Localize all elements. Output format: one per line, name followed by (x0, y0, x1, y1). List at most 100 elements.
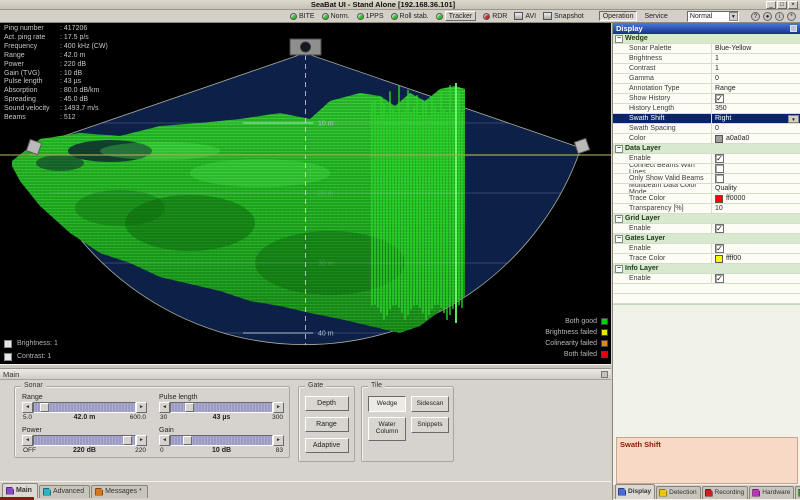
gate-button-range[interactable]: Range (305, 417, 349, 432)
property-group-row[interactable]: −Data Layer (613, 144, 800, 154)
property-row[interactable]: Enable✓ (613, 154, 800, 164)
pin-icon[interactable] (601, 371, 608, 378)
slider-left-arrow-icon[interactable]: ◄ (22, 435, 33, 446)
slider-thumb[interactable] (185, 403, 194, 412)
slider-right-arrow-icon[interactable]: ► (136, 402, 147, 413)
settings-icon[interactable]: * (787, 12, 796, 21)
dropdown-button[interactable]: ▼ (788, 115, 799, 123)
checkbox-checked[interactable]: ✓ (715, 244, 724, 253)
tab-detection[interactable]: Detection (656, 486, 700, 499)
tracker-button[interactable]: Tracker (436, 11, 476, 21)
property-row[interactable]: Swath ShiftRight▼ (613, 114, 800, 124)
gate-groupbox: Gate DepthRangeAdaptive (298, 386, 355, 462)
property-group-row[interactable]: −Info Layer (613, 264, 800, 274)
collapse-icon[interactable]: − (615, 145, 623, 153)
property-group-label: Gates Layer (625, 235, 665, 242)
tab-main[interactable]: Main (2, 483, 38, 498)
property-row[interactable]: Sonar PaletteBlue-Yellow (613, 44, 800, 54)
info-icon[interactable]: i (775, 12, 784, 21)
tab-io[interactable]: IO (795, 486, 800, 499)
property-row[interactable]: Transparency [%]10 (613, 204, 800, 214)
property-group-row[interactable]: −Wedge (613, 34, 800, 44)
checkbox-unchecked[interactable] (715, 174, 724, 183)
property-row[interactable]: Only Show Valid Beams (613, 174, 800, 184)
checkbox-checked[interactable]: ✓ (715, 224, 724, 233)
property-row[interactable]: Contrast1 (613, 64, 800, 74)
checkbox-checked[interactable]: ✓ (715, 154, 724, 163)
slider-right-arrow-icon[interactable]: ► (273, 435, 284, 446)
slider-track[interactable] (170, 435, 273, 446)
slider-left-arrow-icon[interactable]: ◄ (159, 402, 170, 413)
checkbox-checked[interactable]: ✓ (715, 94, 724, 103)
profile-select[interactable]: Normal ▼ (687, 11, 739, 22)
property-row[interactable]: Multibeam Data Color ModeQuality (613, 184, 800, 194)
web-icon[interactable]: ● (763, 12, 772, 21)
slider-track[interactable] (33, 435, 136, 446)
checkbox-unchecked[interactable] (715, 164, 724, 173)
tab-display[interactable]: Display (615, 484, 655, 499)
slider-control: ◄► (159, 435, 284, 446)
toolbar-led-item: 1PPS (357, 13, 384, 20)
checkbox-checked[interactable]: ✓ (715, 274, 724, 283)
property-row[interactable]: Enable✓ (613, 244, 800, 254)
tab-advanced[interactable]: Advanced (39, 485, 90, 498)
help-icon[interactable]: ? (751, 12, 760, 21)
info-label: Beams (4, 114, 60, 123)
chevron-down-icon[interactable]: ▼ (729, 12, 738, 21)
tab-hardware[interactable]: Hardware (749, 486, 794, 499)
slider-thumb[interactable] (40, 403, 49, 412)
property-row[interactable]: Show History✓ (613, 94, 800, 104)
property-row[interactable]: Enable✓ (613, 224, 800, 234)
tab-messages-[interactable]: Messages * (91, 485, 148, 498)
bottom-left-tabstrip: MainAdvancedMessages * (0, 481, 611, 498)
quality-legend: Both goodBrightness failedColinearity fa… (545, 316, 608, 360)
property-row[interactable]: Trace Colorff0000 (613, 194, 800, 204)
snapshot-button[interactable]: Snapshot (543, 12, 584, 20)
property-name: Connect Beams With Lines (613, 164, 712, 173)
slider-thumb[interactable] (123, 436, 132, 445)
operation-button[interactable]: Operation (599, 11, 638, 21)
property-name: Show History (613, 94, 712, 103)
collapse-icon[interactable]: − (615, 215, 623, 223)
gate-button-adaptive[interactable]: Adaptive (305, 438, 349, 453)
property-value-text: ff0000 (726, 195, 745, 202)
slider-right-arrow-icon[interactable]: ► (273, 402, 284, 413)
property-value-text: 1 (715, 55, 719, 62)
collapse-icon[interactable]: − (615, 265, 623, 273)
collapse-icon[interactable]: − (615, 35, 623, 43)
property-group-row[interactable]: −Grid Layer (613, 214, 800, 224)
slider-left-arrow-icon[interactable]: ◄ (159, 435, 170, 446)
property-row[interactable]: Connect Beams With Lines (613, 164, 800, 174)
service-button[interactable]: Service (644, 13, 667, 20)
slider-thumb[interactable] (183, 436, 192, 445)
tile-button-sidescan[interactable]: Sidescan (411, 396, 449, 412)
tile-button-snippets[interactable]: Snippets (411, 417, 449, 433)
slider-right-arrow-icon[interactable]: ► (136, 435, 147, 446)
rdr-indicator[interactable]: RDR (483, 13, 507, 20)
slider-track[interactable] (170, 402, 273, 413)
pin-icon[interactable] (790, 25, 797, 32)
tab-recording[interactable]: Recording (702, 486, 749, 499)
info-label: Ping number (4, 25, 60, 34)
tile-button-water-column[interactable]: Water Column (368, 417, 406, 441)
minimize-button[interactable]: _ (766, 1, 776, 9)
property-row[interactable]: Brightness1 (613, 54, 800, 64)
property-name: Swath Spacing (613, 124, 712, 133)
close-button[interactable]: × (788, 1, 798, 9)
property-row[interactable]: Enable✓ (613, 274, 800, 284)
gate-button-depth[interactable]: Depth (305, 396, 349, 411)
property-group-row[interactable]: −Gates Layer (613, 234, 800, 244)
tile-button-wedge[interactable]: Wedge (368, 396, 406, 412)
property-row[interactable]: Gamma0 (613, 74, 800, 84)
property-row[interactable]: Colora0a0a0 (613, 134, 800, 144)
property-row[interactable]: Swath Spacing0 (613, 124, 800, 134)
sonar-wedge-view[interactable]: 10 m20 m30 m40 m Ping number: 417206Act.… (0, 23, 611, 364)
slider-left-arrow-icon[interactable]: ◄ (22, 402, 33, 413)
property-row[interactable]: Trace Colorffff00 (613, 254, 800, 264)
collapse-icon[interactable]: − (615, 235, 623, 243)
maximize-button[interactable]: □ (777, 1, 787, 9)
avi-button[interactable]: AVI (514, 12, 536, 20)
slider-track[interactable] (33, 402, 136, 413)
property-row[interactable]: Annotation TypeRange (613, 84, 800, 94)
property-row[interactable]: History Length350 (613, 104, 800, 114)
